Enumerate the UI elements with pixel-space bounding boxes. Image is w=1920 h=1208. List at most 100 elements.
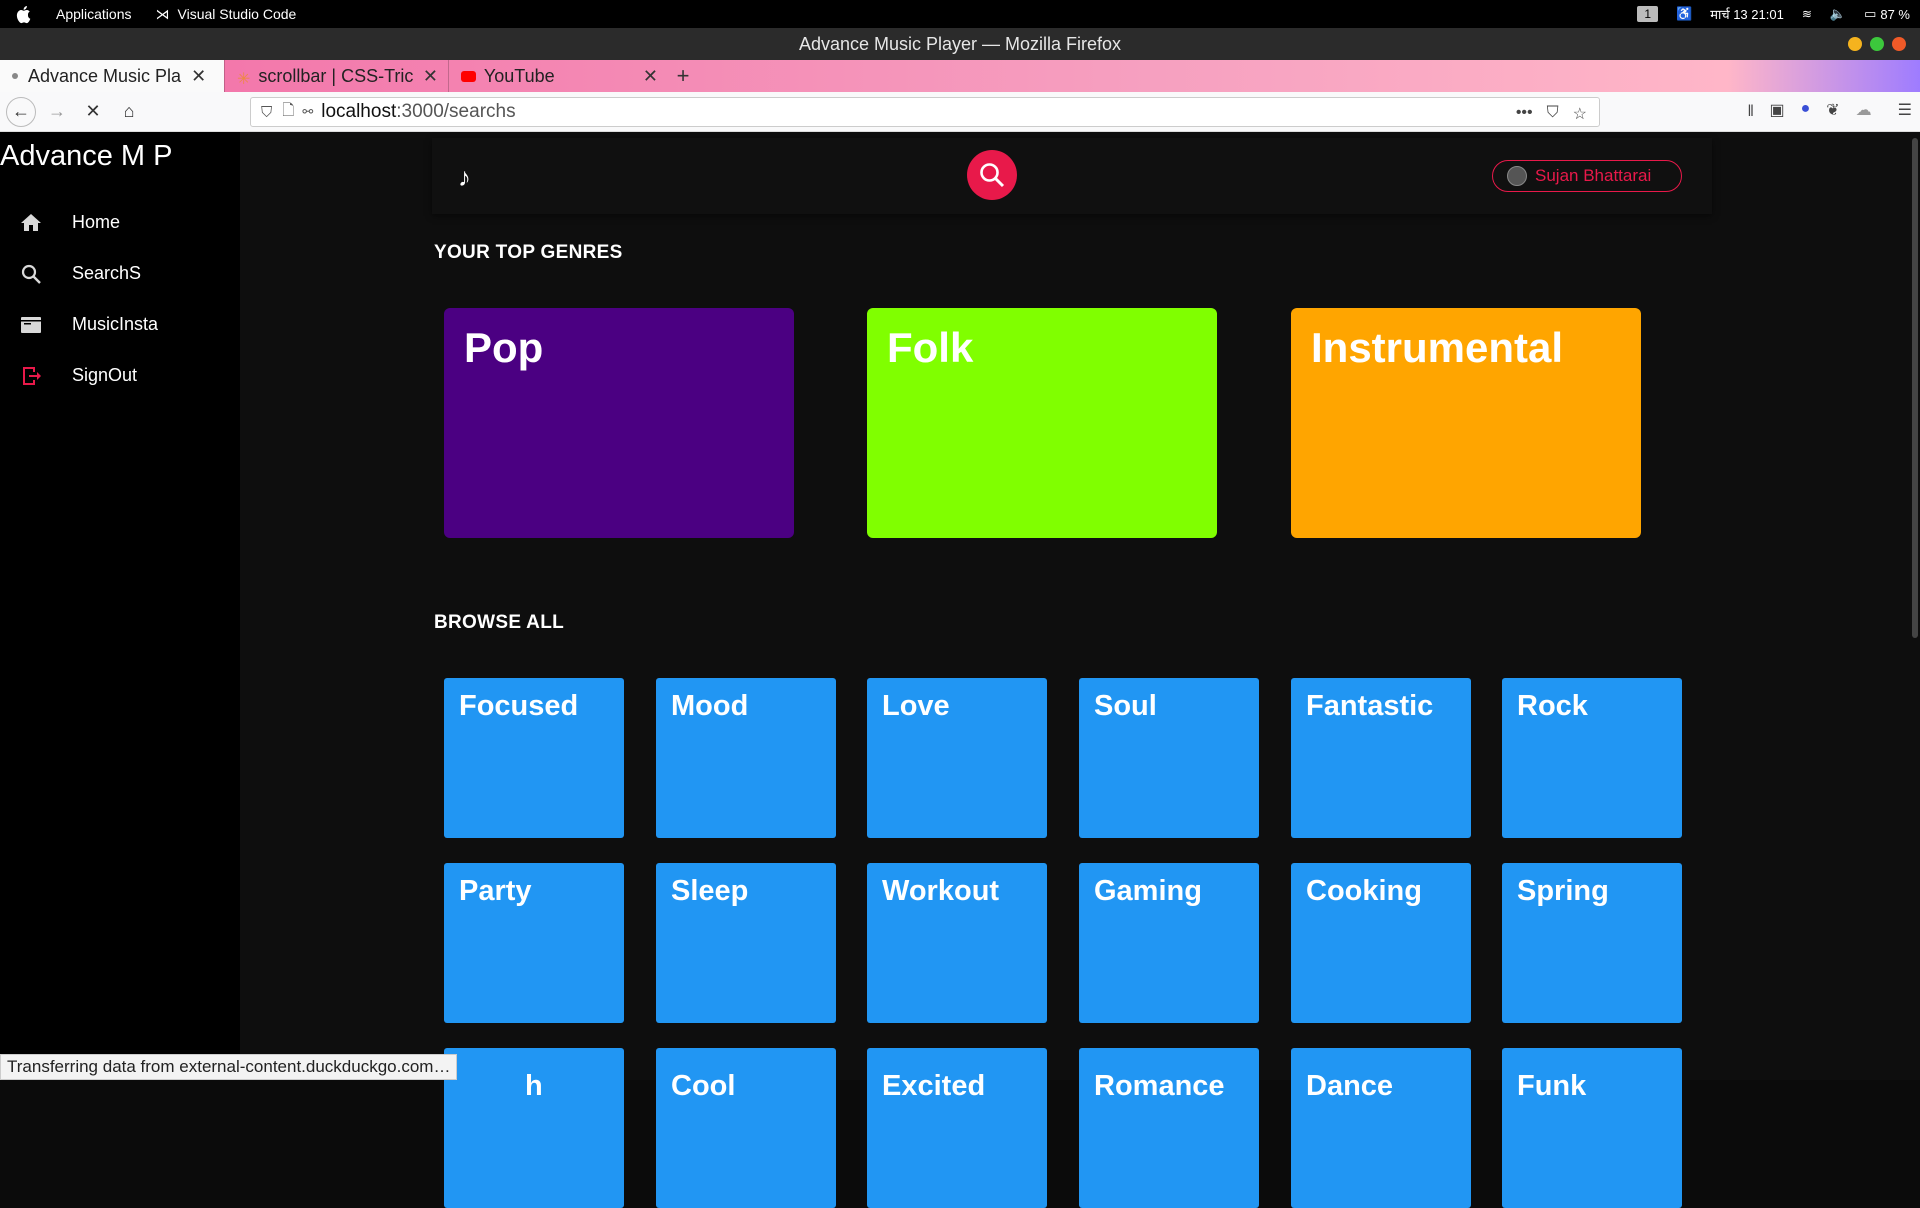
browse-card-party[interactable]: Party	[444, 863, 624, 1023]
close-tab-icon[interactable]: ✕	[643, 66, 658, 87]
tab-advance-music-player[interactable]: Advance Music Pla ✕	[0, 60, 224, 92]
sidebar-item-home[interactable]: Home	[0, 197, 240, 248]
wifi-icon[interactable]: ≋	[1802, 7, 1812, 21]
workspace-badge[interactable]: 1	[1637, 6, 1658, 22]
scrollbar-thumb[interactable]	[1912, 138, 1918, 638]
sidebar-item-label: SearchS	[72, 263, 142, 283]
top-genres-title: YOUR TOP GENRES	[434, 242, 623, 263]
apple-icon[interactable]	[14, 4, 34, 24]
user-profile-button[interactable]: Sujan Bhattarai	[1492, 160, 1682, 192]
browse-card-mood[interactable]: Mood	[656, 678, 836, 838]
bookmark-star-icon[interactable]: ☆	[1573, 104, 1587, 124]
browse-card-dance[interactable]: Dance	[1291, 1048, 1471, 1208]
category-name: Gaming	[1094, 875, 1202, 907]
accessibility-icon[interactable]: ♿	[1676, 6, 1692, 22]
home-button[interactable]: ⌂	[114, 97, 144, 127]
minimize-button[interactable]	[1848, 37, 1862, 51]
battery-icon[interactable]: ▭ 87 %	[1864, 6, 1910, 22]
toolbar-right: 𝍪 ▣ ● ❦ ☁ ☰	[1748, 100, 1912, 127]
genre-name: Folk	[887, 324, 974, 371]
css-tricks-favicon-icon: ✳	[237, 71, 251, 88]
sidebar-item-signout[interactable]: SignOut	[0, 350, 240, 401]
datetime[interactable]: मार्च 13 21:01	[1710, 5, 1784, 23]
sidebar-toggle-icon[interactable]: ▣	[1769, 100, 1784, 127]
stop-icon: ✕	[85, 101, 101, 121]
volume-icon[interactable]: 🔈	[1830, 6, 1846, 22]
music-note-icon[interactable]: ♪	[458, 162, 471, 193]
genre-card-instrumental[interactable]: Instrumental	[1291, 308, 1641, 538]
avatar	[1507, 166, 1527, 186]
browse-card-love[interactable]: Love	[867, 678, 1047, 838]
back-button[interactable]: ←	[6, 96, 36, 127]
window-controls	[1848, 37, 1906, 51]
home-icon	[18, 210, 44, 236]
genre-name: Instrumental	[1311, 324, 1564, 371]
sidebar-item-searchs[interactable]: SearchS	[0, 248, 240, 299]
more-actions-icon[interactable]: •••	[1516, 104, 1533, 124]
navigation-toolbar: ← → ✕ ⌂ ⛉ 🗋 ⚯ localhost:3000/searchs •••…	[0, 92, 1920, 132]
search-button[interactable]	[967, 150, 1017, 200]
stop-button[interactable]: ✕	[78, 97, 108, 127]
genre-card-folk[interactable]: Folk	[867, 308, 1217, 538]
page-scrollbar[interactable]	[1910, 132, 1920, 1080]
applications-menu[interactable]: Applications	[56, 6, 132, 22]
url-bar[interactable]: ⛉ 🗋 ⚯ localhost:3000/searchs ••• ⛉ ☆	[250, 97, 1600, 127]
browse-card-fantastic[interactable]: Fantastic	[1291, 678, 1471, 838]
browse-card-gaming[interactable]: Gaming	[1079, 863, 1259, 1023]
app-brand[interactable]: Advance M P	[0, 132, 240, 173]
genre-name: Pop	[464, 324, 544, 371]
library-icon[interactable]: 𝍪	[1748, 100, 1753, 127]
close-window-button[interactable]	[1892, 37, 1906, 51]
browse-card-workout[interactable]: Workout	[867, 863, 1047, 1023]
browse-card-partial-1[interactable]: h	[444, 1048, 624, 1208]
forward-button[interactable]: →	[42, 97, 72, 127]
category-name: Workout	[882, 875, 1000, 907]
tab-youtube[interactable]: YouTube ✕	[448, 60, 668, 92]
browse-card-cool[interactable]: Cool	[656, 1048, 836, 1208]
browse-card-rock[interactable]: Rock	[1502, 678, 1682, 838]
arrow-right-icon: →	[48, 101, 66, 121]
url-actions: ••• ⛉ ☆	[1516, 104, 1587, 124]
browse-card-excited[interactable]: Excited	[867, 1048, 1047, 1208]
tracking-shield-icon[interactable]: ⛉	[261, 104, 272, 121]
window-title: Advance Music Player — Mozilla Firefox	[798, 33, 1122, 54]
active-app-label[interactable]: ⋊ Visual Studio Code	[156, 6, 297, 23]
page-info-icon[interactable]: 🗋	[282, 100, 294, 125]
sidebar-item-musicinsta[interactable]: MusicInsta	[0, 299, 240, 350]
browse-card-focused[interactable]: Focused	[444, 678, 624, 838]
app-header: ♪ Sujan Bhattarai	[432, 138, 1712, 214]
hamburger-menu-icon[interactable]: ☰	[1898, 100, 1912, 127]
browse-card-spring[interactable]: Spring	[1502, 863, 1682, 1023]
account-icon[interactable]: ●	[1801, 100, 1811, 127]
browse-card-romance[interactable]: Romance	[1079, 1048, 1259, 1208]
browse-card-sleep[interactable]: Sleep	[656, 863, 836, 1023]
category-name: Focused	[459, 690, 579, 722]
sidebar-item-label: Home	[72, 212, 121, 232]
main-content: ♪ Sujan Bhattarai YOUR TOP GENRES Pop Fo…	[240, 132, 1920, 1208]
category-name: h	[525, 1070, 543, 1102]
extension-icon[interactable]: ❦	[1826, 100, 1839, 127]
tab-scrollbar-css-tricks[interactable]: ✳ scrollbar | CSS-Tric ✕	[224, 60, 448, 92]
permissions-icon[interactable]: ⚯	[302, 104, 313, 120]
browse-card-cooking[interactable]: Cooking	[1291, 863, 1471, 1023]
category-name: Cooking	[1306, 875, 1422, 907]
browse-card-soul[interactable]: Soul	[1079, 678, 1259, 838]
close-tab-icon[interactable]: ✕	[191, 66, 206, 87]
genre-card-pop[interactable]: Pop	[444, 308, 794, 538]
loading-dot-icon	[12, 73, 18, 79]
cloud-extension-icon[interactable]: ☁	[1856, 100, 1872, 127]
search-icon	[980, 163, 1005, 188]
category-name: Mood	[671, 690, 749, 722]
category-name: Funk	[1517, 1070, 1587, 1102]
window-title-bar: Advance Music Player — Mozilla Firefox	[0, 28, 1920, 60]
sidebar-item-label: SignOut	[72, 365, 138, 385]
tab-title: Advance Music Pla	[28, 65, 182, 86]
new-tab-button[interactable]: +	[668, 60, 698, 92]
tab-title: scrollbar | CSS-Tric	[258, 65, 413, 86]
battery-level: 87 %	[1880, 6, 1910, 22]
pocket-icon[interactable]: ⛉	[1547, 104, 1559, 124]
sidebar-item-label: MusicInsta	[72, 314, 159, 334]
close-tab-icon[interactable]: ✕	[423, 66, 438, 87]
browse-card-funk[interactable]: Funk	[1502, 1048, 1682, 1208]
maximize-button[interactable]	[1870, 37, 1884, 51]
